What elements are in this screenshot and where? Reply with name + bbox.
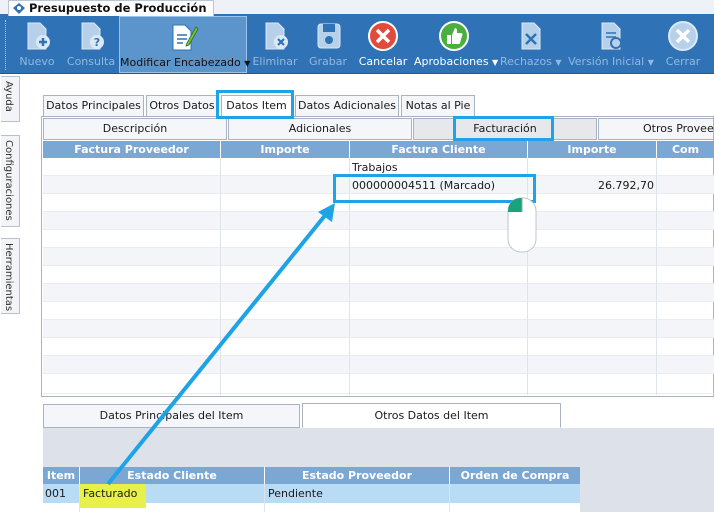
mouse-cursor-icon xyxy=(507,197,537,253)
annotation-arrow xyxy=(106,203,335,486)
